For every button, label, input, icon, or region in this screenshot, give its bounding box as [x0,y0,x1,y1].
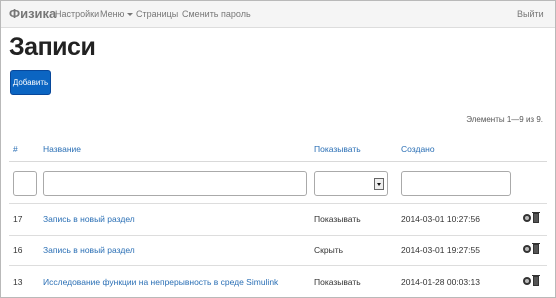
nav-change-password[interactable]: Сменить пароль [182,9,251,19]
row-actions [523,212,543,223]
row-title-link[interactable]: Запись в новый раздел [43,214,135,224]
trash-icon[interactable] [532,243,540,254]
filter-created-input[interactable] [401,171,511,196]
pagination-summary: Элементы 1—9 из 9. [466,115,543,124]
eye-icon[interactable] [523,245,531,253]
column-header-id[interactable]: # [13,144,18,154]
column-header-visibility[interactable]: Показывать [314,144,361,154]
row-id: 17 [13,214,23,224]
row-title-link[interactable]: Запись в новый раздел [43,245,135,255]
eye-icon[interactable] [523,214,531,222]
nav-menu[interactable]: Меню [100,9,134,19]
row-divider [9,235,547,236]
row-id: 16 [13,245,23,255]
nav-logout[interactable]: Выйти [517,9,544,19]
page-title: Записи [9,33,96,61]
row-created: 2014-01-28 00:03:13 [401,277,480,287]
column-header-title[interactable]: Название [43,144,81,154]
brand-logo[interactable]: Физика [9,6,56,21]
top-navbar: Физика Настройки Меню Страницы Сменить п… [1,1,555,28]
row-title-link[interactable]: Исследование функции на непрерывность в … [43,277,278,287]
trash-icon[interactable] [532,212,540,223]
nav-pages[interactable]: Страницы [136,9,178,19]
row-created: 2014-03-01 19:27:55 [401,245,480,255]
chevron-down-icon [127,13,134,17]
row-visibility: Показывать [314,214,361,224]
select-arrow-icon [374,178,384,190]
row-visibility: Показывать [314,277,361,287]
eye-icon[interactable] [523,277,531,285]
column-header-created[interactable]: Создано [401,144,435,154]
filter-title-input[interactable] [43,171,307,196]
header-divider [9,161,547,162]
row-actions [523,275,543,286]
row-divider [9,265,547,266]
row-id: 13 [13,277,23,287]
trash-icon[interactable] [532,275,540,286]
add-button[interactable]: Добавить [10,70,51,95]
filter-divider [9,203,547,204]
row-actions [523,243,543,254]
row-visibility: Скрыть [314,245,344,255]
nav-settings[interactable]: Настройки [55,9,99,19]
row-created: 2014-03-01 10:27:56 [401,214,480,224]
filter-visibility-select[interactable] [314,171,388,196]
nav-menu-label: Меню [100,9,125,19]
filter-id-input[interactable] [13,171,37,196]
